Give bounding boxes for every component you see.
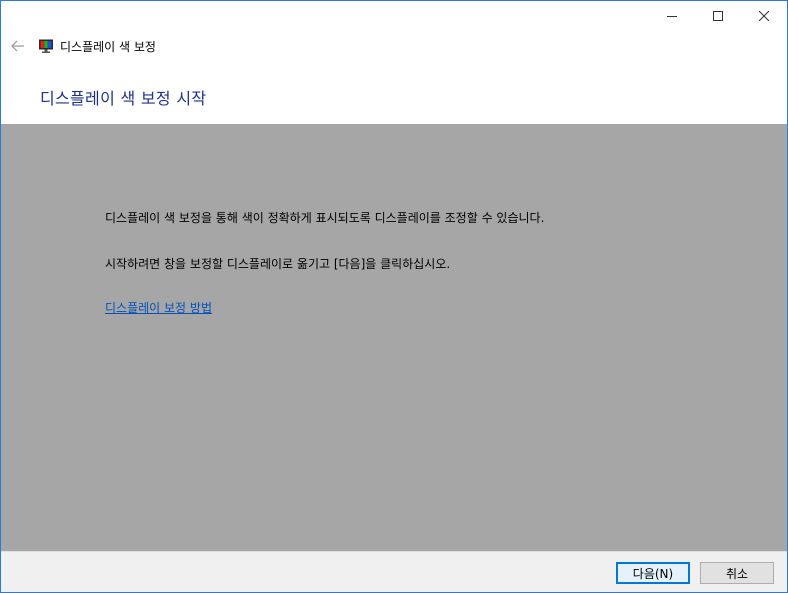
back-arrow-icon — [11, 40, 24, 52]
description-text: 디스플레이 색 보정을 통해 색이 정확하게 표시되도록 디스플레이를 조정할 … — [105, 211, 545, 225]
content-area: 디스플레이 색 보정을 통해 색이 정확하게 표시되도록 디스플레이를 조정할 … — [1, 124, 787, 551]
instruction-text: 시작하려면 창을 보정할 디스플레이로 옮기고 [다음]을 클릭하십시오. — [105, 257, 451, 271]
navigation-bar: 디스플레이 색 보정 — [1, 33, 156, 59]
close-button[interactable] — [741, 1, 787, 31]
next-button[interactable]: 다음(N) — [616, 562, 690, 584]
close-icon — [759, 11, 769, 21]
footer-bar: 다음(N) 취소 — [1, 551, 787, 592]
calibration-help-link[interactable]: 디스플레이 보정 방법 — [105, 299, 212, 316]
calibration-window: 디스플레이 색 보정 디스플레이 색 보정 시작 디스플레이 색 보정을 통해 … — [0, 0, 788, 593]
maximize-icon — [713, 11, 723, 21]
cancel-button[interactable]: 취소 — [700, 562, 774, 584]
maximize-button[interactable] — [695, 1, 741, 31]
display-calibration-icon — [39, 39, 53, 53]
page-title: 디스플레이 색 보정 시작 — [40, 89, 207, 108]
window-title: 디스플레이 색 보정 — [60, 39, 156, 54]
minimize-button[interactable] — [649, 1, 695, 31]
minimize-icon — [667, 16, 677, 17]
back-button[interactable] — [4, 33, 32, 59]
caption-buttons — [649, 1, 787, 31]
